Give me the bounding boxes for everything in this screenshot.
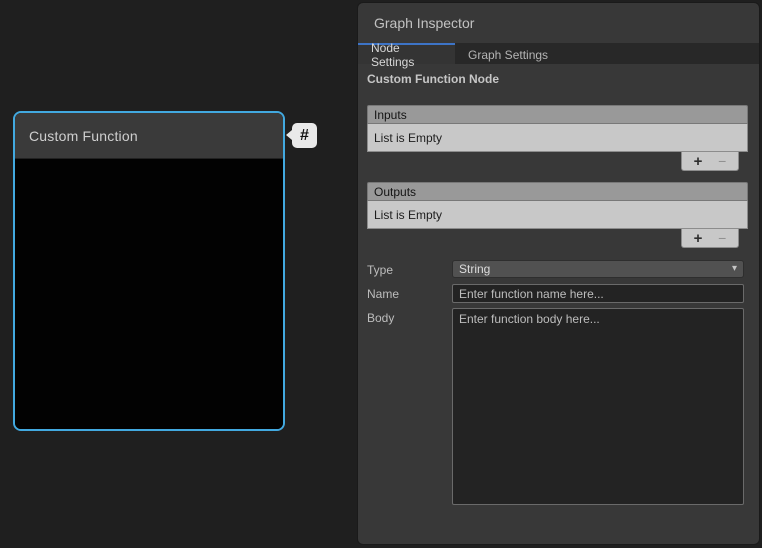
name-label: Name bbox=[367, 287, 399, 301]
hash-icon: # bbox=[300, 127, 309, 145]
node-header[interactable]: Custom Function bbox=[15, 113, 283, 159]
inputs-empty-row: List is Empty bbox=[367, 124, 748, 152]
body-label: Body bbox=[367, 311, 394, 325]
node-body-preview bbox=[15, 159, 283, 431]
chevron-down-icon: ▾ bbox=[732, 264, 737, 274]
graph-canvas[interactable]: Custom Function # Graph Inspector Node S… bbox=[0, 0, 762, 548]
type-dropdown[interactable]: String ▾ bbox=[452, 260, 744, 278]
inputs-list-title: Inputs bbox=[374, 108, 407, 122]
graph-inspector-panel: Graph Inspector Node Settings Graph Sett… bbox=[357, 2, 760, 545]
outputs-add-button[interactable]: + bbox=[690, 231, 707, 246]
tab-bar: Node Settings Graph Settings bbox=[358, 43, 759, 64]
outputs-list: Outputs List is Empty + − bbox=[367, 182, 748, 248]
tab-node-settings[interactable]: Node Settings bbox=[358, 43, 455, 64]
function-name-input[interactable] bbox=[452, 284, 744, 303]
outputs-list-footer: + − bbox=[681, 229, 739, 248]
node-title: Custom Function bbox=[29, 128, 138, 144]
type-label: Type bbox=[367, 263, 393, 277]
tab-graph-settings[interactable]: Graph Settings bbox=[455, 43, 561, 64]
custom-function-node[interactable]: Custom Function bbox=[13, 111, 285, 431]
inputs-empty-label: List is Empty bbox=[374, 131, 442, 145]
panel-title: Graph Inspector bbox=[358, 3, 759, 43]
badge-tail-icon bbox=[286, 130, 292, 140]
inputs-list-footer: + − bbox=[681, 152, 739, 171]
outputs-empty-label: List is Empty bbox=[374, 208, 442, 222]
inputs-list: Inputs List is Empty + − bbox=[367, 105, 748, 171]
outputs-empty-row: List is Empty bbox=[367, 201, 748, 229]
inputs-list-header: Inputs bbox=[367, 105, 748, 124]
hash-badge[interactable]: # bbox=[292, 123, 317, 148]
inputs-add-button[interactable]: + bbox=[690, 154, 707, 169]
outputs-remove-button[interactable]: − bbox=[714, 231, 730, 245]
type-dropdown-value: String bbox=[459, 262, 732, 276]
section-heading: Custom Function Node bbox=[367, 72, 499, 86]
function-body-textarea[interactable] bbox=[452, 308, 744, 505]
outputs-list-title: Outputs bbox=[374, 185, 416, 199]
outputs-list-header: Outputs bbox=[367, 182, 748, 201]
inputs-remove-button[interactable]: − bbox=[714, 154, 730, 168]
